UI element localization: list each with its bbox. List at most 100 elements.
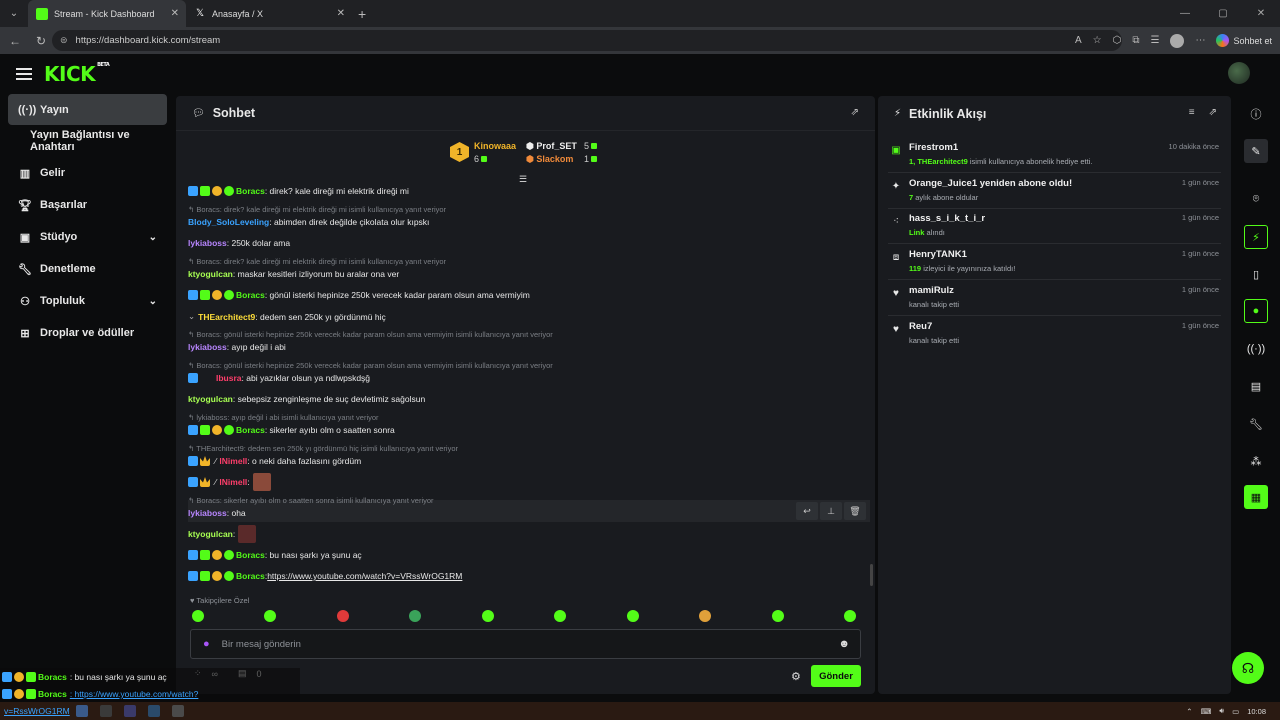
reply-context[interactable]: ↰ THEarchitect9: dedem sen 250k yı gördü… bbox=[188, 444, 458, 453]
close-tab-icon[interactable]: ✕ bbox=[171, 8, 179, 19]
chat-message[interactable]: ⌄ THEarchitect9: dedem sen 250k yı gördü… bbox=[188, 311, 386, 322]
chat-username[interactable]: lykiaboss bbox=[188, 508, 227, 518]
emote-icon[interactable] bbox=[336, 610, 349, 622]
copilot-button[interactable]: Sohbet et bbox=[1216, 34, 1272, 47]
chat-message[interactable]: Boracs: https://www.youtube.com/watch?v=… bbox=[188, 571, 462, 581]
taskbar-app-icon[interactable] bbox=[147, 705, 160, 717]
sidebar-item-gelir[interactable]: ▥ Gelir bbox=[8, 157, 167, 189]
document-icon[interactable]: ▯ bbox=[1244, 262, 1268, 286]
activity-item[interactable]: ▣ Firestrom1 1, THEarchitect9 isimli kul… bbox=[888, 138, 1221, 173]
minimize-icon[interactable]: — bbox=[1166, 8, 1204, 19]
reply-context[interactable]: ↰ lykiaboss: ayıp değil i abi isimli kul… bbox=[188, 413, 379, 422]
reload-icon[interactable]: ↻ bbox=[30, 34, 52, 48]
lightning-icon[interactable]: ⚡︎ bbox=[1244, 225, 1268, 249]
chat-username[interactable]: Boracs bbox=[236, 290, 265, 300]
chat-message[interactable]: Boracs: gönül isterki hepinize 250k vere… bbox=[188, 290, 530, 300]
activity-item[interactable]: ⁖ hass_s_i_k_t_i_r Link alındı 1 gün önc… bbox=[888, 209, 1221, 244]
url-field[interactable]: ⊜ https://dashboard.kick.com/stream bbox=[52, 30, 1122, 51]
emote-icon[interactable] bbox=[192, 610, 204, 622]
battery-icon[interactable]: ▭ bbox=[1232, 707, 1239, 716]
taskbar-app-icon[interactable] bbox=[171, 705, 184, 717]
mic-icon[interactable]: ● bbox=[203, 638, 210, 650]
info-icon[interactable]: ⓘ bbox=[1244, 102, 1268, 126]
tab-kick-dashboard[interactable]: Stream - Kick Dashboard ✕ bbox=[28, 0, 186, 27]
split-screen-icon[interactable]: ⧉ bbox=[1132, 35, 1139, 46]
emote-icon[interactable] bbox=[264, 610, 277, 622]
wrench-icon[interactable]: 🔧︎ bbox=[1244, 412, 1268, 436]
chat-username[interactable]: Boracs bbox=[236, 550, 265, 560]
activity-item[interactable]: ⧈ HenryTANK1 119 izleyici ile yayınınıza… bbox=[888, 245, 1221, 280]
extensions-icon[interactable]: ⬡ bbox=[1113, 35, 1122, 46]
favorite-star-icon[interactable]: ☆ bbox=[1093, 35, 1102, 46]
chat-message[interactable]: ⁄ lNimell: o neki daha fazlasını gördüm bbox=[188, 456, 361, 466]
chat-message[interactable]: lykiaboss: 250k dolar ama bbox=[188, 238, 290, 248]
emote-icon[interactable] bbox=[626, 610, 639, 622]
activity-item[interactable]: ✦ Orange_Juice1 yeniden abone oldu! 7 ay… bbox=[888, 174, 1221, 209]
taskbar-app-icon[interactable] bbox=[99, 705, 112, 717]
emote-icon[interactable] bbox=[554, 610, 567, 622]
taskbar-app-icon[interactable] bbox=[75, 705, 88, 717]
sidebar-item-droplar[interactable]: ⊞ Droplar ve ödüller bbox=[8, 317, 167, 349]
clapperboard-icon[interactable]: ▦ bbox=[1244, 485, 1268, 509]
activity-item[interactable]: ♥ Reu7 kanalı takip etti 1 gün önce bbox=[888, 317, 1221, 352]
chat-username[interactable]: Boracs bbox=[236, 186, 265, 196]
popout-icon[interactable]: ⇗ bbox=[851, 107, 859, 118]
chat-settings-icon[interactable]: ⚙ bbox=[791, 670, 801, 683]
chat-message[interactable]: Ibusra: abi yazıklar olsun ya ndlwpskdşğ bbox=[188, 373, 370, 383]
sidebar-item-stream-key[interactable]: Yayın Bağlantısı ve Anahtarı bbox=[8, 125, 167, 157]
chat-username[interactable]: Blody_SoloLeveling bbox=[188, 217, 269, 227]
chat-username[interactable]: ktyogulcan bbox=[188, 529, 233, 539]
support-fab-icon[interactable]: ☊ bbox=[1232, 652, 1264, 684]
chat-username[interactable]: Boracs bbox=[236, 571, 265, 581]
emote-icon[interactable] bbox=[843, 610, 856, 622]
chat-input[interactable]: ● Bir mesaj gönderin ☻ bbox=[190, 629, 861, 659]
reply-context[interactable]: ↰ Boracs: gönül isterki hepinize 250k ve… bbox=[188, 361, 553, 370]
emote-icon[interactable] bbox=[699, 610, 712, 622]
profile-avatar[interactable] bbox=[1170, 33, 1185, 48]
chat-username[interactable]: ktyogulcan bbox=[188, 269, 233, 279]
filter-icon[interactable]: ≡ bbox=[1189, 107, 1195, 118]
emoji-icon[interactable]: ☻ bbox=[838, 638, 850, 650]
hamburger-menu-icon[interactable] bbox=[16, 65, 32, 83]
broadcast-icon[interactable]: ((·)) bbox=[1244, 337, 1268, 361]
chat-message[interactable]: ktyogulcan: maskar kesitleri izliyorum b… bbox=[188, 269, 399, 279]
sidebar-item-yayin[interactable]: ((·)) Yayın bbox=[8, 94, 167, 125]
chat-message[interactable]: lykiaboss: oha bbox=[188, 508, 246, 518]
clock[interactable]: 10:08 bbox=[1247, 707, 1266, 716]
sidebar-item-denetleme[interactable]: 🔧︎ Denetleme bbox=[8, 253, 167, 285]
chat-message[interactable]: Blody_SoloLeveling: abimden direk değild… bbox=[188, 217, 429, 227]
emote-icon[interactable] bbox=[771, 610, 784, 622]
popout-icon[interactable]: ⇗ bbox=[1209, 107, 1217, 118]
collections-icon[interactable]: ☰ bbox=[1151, 35, 1160, 46]
pin-icon[interactable]: ⊥ bbox=[820, 502, 842, 520]
chat-message[interactable]: lykiaboss: ayıp değil i abi bbox=[188, 342, 286, 352]
chat-scrollbar[interactable] bbox=[870, 564, 873, 586]
volume-icon[interactable]: 🔊︎ bbox=[1219, 706, 1224, 716]
send-button[interactable]: Gönder bbox=[811, 665, 861, 687]
emote-icon[interactable] bbox=[481, 610, 494, 622]
chat-username[interactable]: lNimell bbox=[219, 477, 247, 487]
new-tab-icon[interactable]: + bbox=[358, 6, 366, 22]
taskbar-app-icon[interactable] bbox=[123, 705, 136, 717]
read-aloud-icon[interactable]: A bbox=[1075, 35, 1082, 46]
chat-message[interactable]: ktyogulcan: bbox=[188, 525, 257, 543]
chat-username[interactable]: lykiaboss bbox=[188, 238, 227, 248]
chat-link[interactable]: https://www.youtube.com/watch?v=VRssWrOG… bbox=[267, 571, 462, 581]
community-icon[interactable]: ⁂ bbox=[1244, 449, 1268, 473]
tab-list-chevron-icon[interactable]: ⌄ bbox=[3, 3, 25, 25]
reply-icon[interactable]: ↩ bbox=[796, 502, 818, 520]
close-window-icon[interactable]: ✕ bbox=[1242, 8, 1280, 19]
sidebar-item-basarilar[interactable]: 🏆︎ Başarılar bbox=[8, 189, 167, 221]
chat-bubble-icon[interactable]: ● bbox=[1244, 299, 1268, 323]
back-icon[interactable]: ← bbox=[4, 34, 26, 48]
emote-icon[interactable] bbox=[409, 610, 422, 622]
camera-icon[interactable]: ⌾ bbox=[1244, 187, 1268, 211]
user-avatar[interactable] bbox=[1228, 62, 1250, 84]
delete-icon[interactable]: 🗑︎ bbox=[844, 502, 866, 520]
network-icon[interactable]: ⌨ bbox=[1201, 707, 1212, 716]
chat-message[interactable]: Boracs: bu nası şarkı ya şunu aç bbox=[188, 550, 362, 560]
server-icon[interactable]: ▤ bbox=[1244, 374, 1268, 398]
sidebar-item-topluluk[interactable]: ⚇ Topluluk ⌄ bbox=[8, 285, 167, 317]
kick-logo[interactable]: KICK BETA bbox=[44, 62, 110, 86]
chat-message[interactable]: ktyogulcan: sebepsiz zenginleşme de suç … bbox=[188, 394, 425, 404]
